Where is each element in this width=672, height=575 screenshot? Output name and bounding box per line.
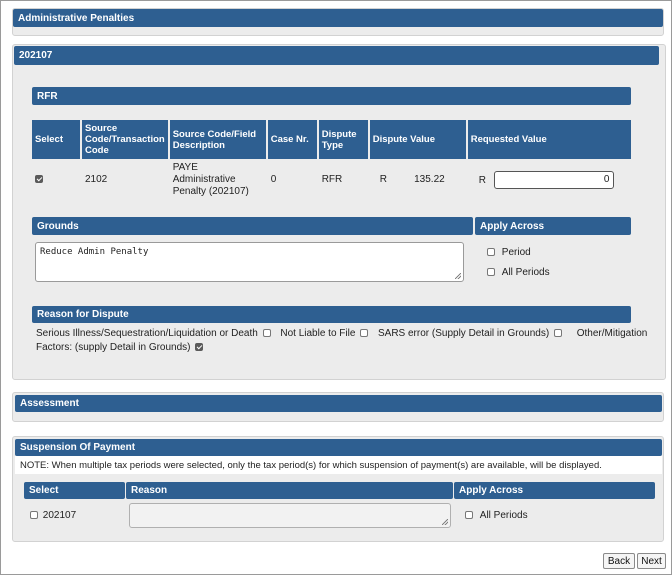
row-description: PAYE Administrative Penalty (202107) <box>169 159 266 201</box>
suspension-title: Suspension Of Payment <box>20 442 136 453</box>
rfr-table: Select Source Code/Transaction Code Sour… <box>30 120 633 201</box>
row-select-checkbox[interactable] <box>35 175 43 184</box>
row-select-cell <box>32 159 80 201</box>
rfr-header: RFR <box>32 87 631 105</box>
rfr-header-row: Select Source Code/Transaction Code Sour… <box>32 120 631 159</box>
reason-other-label-part2: Factors: (supply Detail in Grounds) <box>36 342 191 353</box>
reason-line-1: Serious Illness/Sequestration/Liquidatio… <box>36 327 647 341</box>
reason-not-liable-label: Not Liable to File <box>280 328 356 339</box>
rfr-table-wrap: Select Source Code/Transaction Code Sour… <box>30 120 633 201</box>
col-requested-value: Requested Value <box>467 120 631 159</box>
reason-sars-error-checkbox[interactable] <box>553 329 562 338</box>
next-button[interactable]: Next <box>637 553 666 569</box>
apply-across-all-periods[interactable]: All Periods <box>487 266 550 280</box>
back-button-label: Back <box>607 555 631 567</box>
susp-col-reason-label: Reason <box>131 485 168 496</box>
col-source-code: Source Code/Transaction Code <box>82 120 168 159</box>
susp-col-select-label: Select <box>29 485 59 496</box>
reason-other-checkbox[interactable] <box>195 343 204 352</box>
susp-period-label: 202107 <box>42 510 77 521</box>
requested-value-input[interactable]: 0 <box>494 171 615 189</box>
reason-other-label-part1: Other/Mitigation <box>576 328 648 339</box>
susp-all-periods-label: All Periods <box>479 510 528 521</box>
admin-penalties-title: Administrative Penalties <box>18 12 135 24</box>
admin-penalties-header: Administrative Penalties <box>13 9 663 27</box>
row-dispute-currency: R <box>379 174 387 185</box>
grounds-text: Reduce Admin Penalty <box>40 247 149 257</box>
back-button[interactable]: Back <box>603 553 635 569</box>
reason-header: Reason for Dispute <box>32 306 631 323</box>
row-requested-value-cell: R 0 <box>467 159 631 201</box>
susp-col-reason: Reason <box>126 482 453 499</box>
next-button-label: Next <box>641 555 662 567</box>
suspension-header: Suspension Of Payment <box>15 439 662 456</box>
row-source-code: 2102 <box>82 159 168 201</box>
requested-value-text: 0 <box>603 174 610 185</box>
col-dispute-type: Dispute Type <box>318 120 368 159</box>
table-row: 2102 PAYE Administrative Penalty (202107… <box>32 159 631 201</box>
susp-period-checkbox[interactable] <box>30 511 38 520</box>
col-case-nr: Case Nr. <box>267 120 317 159</box>
grounds-title: Grounds <box>37 220 79 232</box>
period-label: Period <box>501 247 531 258</box>
suspension-note: NOTE: When multiple tax periods were sel… <box>20 460 602 471</box>
grounds-textarea[interactable]: Reduce Admin Penalty <box>35 242 464 282</box>
resize-grip-icon[interactable] <box>442 519 448 525</box>
row-case-nr: 0 <box>267 159 317 201</box>
all-periods-checkbox[interactable] <box>487 268 495 277</box>
susp-reason-textarea[interactable] <box>129 503 451 528</box>
reason-line-2: Factors: (supply Detail in Grounds) <box>36 341 204 355</box>
rfr-title: RFR <box>37 90 58 102</box>
susp-col-apply-across-label: Apply Across <box>459 485 524 496</box>
grounds-header: Grounds <box>32 217 473 235</box>
col-select: Select <box>32 120 80 159</box>
reason-title: Reason for Dispute <box>37 309 129 320</box>
susp-row-apply-across[interactable]: All Periods <box>465 509 528 523</box>
period-checkbox[interactable] <box>487 248 495 257</box>
row-requested-currency: R <box>478 174 486 186</box>
reason-sars-error-label: SARS error (Supply Detail in Grounds) <box>377 328 550 339</box>
apply-across-body <box>475 235 631 290</box>
row-dispute-type: RFR <box>318 159 368 201</box>
susp-col-select: Select <box>24 482 125 499</box>
susp-all-periods-checkbox[interactable] <box>465 511 473 520</box>
susp-col-apply-across: Apply Across <box>454 482 655 499</box>
reason-illness-checkbox[interactable] <box>262 329 271 338</box>
resize-grip-icon[interactable] <box>455 273 461 279</box>
reason-illness-label: Serious Illness/Sequestration/Liquidatio… <box>36 328 258 339</box>
row-dispute-value-cell: R 135.22 <box>369 159 466 201</box>
apply-across-title: Apply Across <box>480 220 545 232</box>
row-dispute-value: 135.22 <box>414 174 445 185</box>
col-dispute-value: Dispute Value <box>369 120 466 159</box>
assessment-header: Assessment <box>15 395 662 412</box>
assessment-title: Assessment <box>20 398 79 409</box>
period-header: 202107 <box>14 46 659 65</box>
apply-across-header: Apply Across <box>475 217 631 235</box>
reason-not-liable-checkbox[interactable] <box>360 329 369 338</box>
all-periods-label: All Periods <box>501 267 550 278</box>
period-title: 202107 <box>19 50 53 61</box>
apply-across-period[interactable]: Period <box>487 246 531 260</box>
susp-row-select[interactable]: 202107 <box>30 509 76 523</box>
col-description: Source Code/Field Description <box>169 120 266 159</box>
